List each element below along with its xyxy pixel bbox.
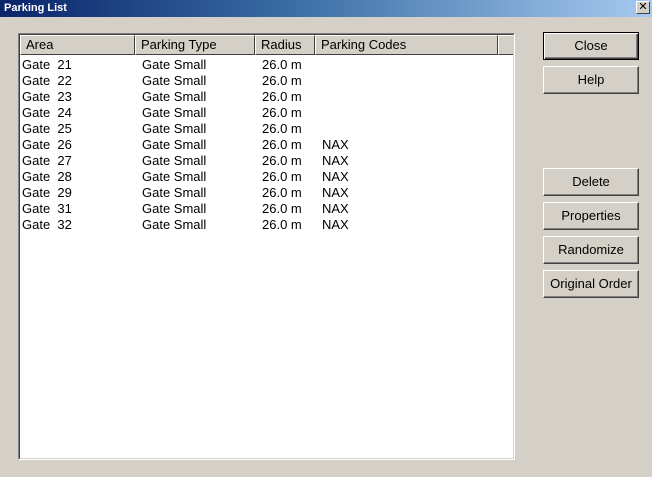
cell-area: Gate 25 [22, 121, 72, 136]
cell-parking-type: Gate Small [142, 105, 207, 120]
cell-area: Gate 29 [22, 185, 72, 200]
cell-area: Gate 21 [22, 57, 72, 72]
table-row[interactable]: Gate 29 Gate Small 26.0 m NAX [20, 185, 513, 201]
randomize-button[interactable]: Randomize [543, 236, 639, 264]
cell-radius: 26.0 m [262, 73, 302, 88]
cell-parking-type: Gate Small [142, 201, 207, 216]
original-order-button[interactable]: Original Order [543, 270, 639, 298]
cell-parking-type: Gate Small [142, 185, 207, 200]
properties-button[interactable]: Properties [543, 202, 639, 230]
table-row[interactable]: Gate 21 Gate Small 26.0 m [20, 57, 513, 73]
cell-area: Gate 26 [22, 137, 72, 152]
window-title: Parking List [4, 2, 67, 14]
cell-parking-codes: NAX [322, 137, 349, 152]
cell-area: Gate 24 [22, 105, 72, 120]
column-header-parking-codes[interactable]: Parking Codes [315, 35, 498, 55]
cell-radius: 26.0 m [262, 57, 302, 72]
table-row[interactable]: Gate 32 Gate Small 26.0 m NAX [20, 217, 513, 233]
cell-area: Gate 31 [22, 201, 72, 216]
table-row[interactable]: Gate 24 Gate Small 26.0 m [20, 105, 513, 121]
cell-parking-codes: NAX [322, 217, 349, 232]
list-rows: Gate 21 Gate Small 26.0 m Gate 22 Gate Small… [20, 57, 513, 233]
column-header-parking-type[interactable]: Parking Type [135, 35, 255, 55]
cell-parking-type: Gate Small [142, 57, 207, 72]
cell-parking-type: Gate Small [142, 73, 207, 88]
cell-radius: 26.0 m [262, 105, 302, 120]
cell-parking-codes: NAX [322, 185, 349, 200]
cell-parking-type: Gate Small [142, 217, 207, 232]
table-row[interactable]: Gate 22 Gate Small 26.0 m [20, 73, 513, 89]
cell-radius: 26.0 m [262, 201, 302, 216]
cell-radius: 26.0 m [262, 217, 302, 232]
cell-area: Gate 32 [22, 217, 72, 232]
cell-parking-codes: NAX [322, 201, 349, 216]
list-header: Area Parking Type Radius Parking Codes [20, 35, 513, 55]
cell-parking-codes: NAX [322, 169, 349, 184]
cell-parking-codes: NAX [322, 153, 349, 168]
cell-parking-type: Gate Small [142, 89, 207, 104]
cell-radius: 26.0 m [262, 169, 302, 184]
delete-button[interactable]: Delete [543, 168, 639, 196]
cell-parking-type: Gate Small [142, 153, 207, 168]
help-button[interactable]: Help [543, 66, 639, 94]
list-frame: Area Parking Type Radius Parking Codes G… [19, 34, 514, 459]
cell-radius: 26.0 m [262, 153, 302, 168]
cell-radius: 26.0 m [262, 185, 302, 200]
table-row[interactable]: Gate 26 Gate Small 26.0 m NAX [20, 137, 513, 153]
cell-radius: 26.0 m [262, 121, 302, 136]
cell-parking-type: Gate Small [142, 169, 207, 184]
table-row[interactable]: Gate 23 Gate Small 26.0 m [20, 89, 513, 105]
cell-area: Gate 22 [22, 73, 72, 88]
parking-list-view[interactable]: Area Parking Type Radius Parking Codes G… [18, 33, 515, 460]
table-row[interactable]: Gate 28 Gate Small 26.0 m NAX [20, 169, 513, 185]
column-header-filler [498, 35, 513, 55]
cell-area: Gate 28 [22, 169, 72, 184]
cell-parking-type: Gate Small [142, 121, 207, 136]
title-bar[interactable]: Parking List ✕ [0, 0, 652, 17]
cell-area: Gate 23 [22, 89, 72, 104]
table-row[interactable]: Gate 27 Gate Small 26.0 m NAX [20, 153, 513, 169]
cell-radius: 26.0 m [262, 89, 302, 104]
cell-parking-type: Gate Small [142, 137, 207, 152]
close-button[interactable]: Close [543, 32, 639, 60]
parking-list-window: Parking List ✕ Area Parking Type Radius … [0, 0, 652, 477]
table-row[interactable]: Gate 31 Gate Small 26.0 m NAX [20, 201, 513, 217]
close-icon[interactable]: ✕ [636, 1, 650, 14]
table-row[interactable]: Gate 25 Gate Small 26.0 m [20, 121, 513, 137]
cell-radius: 26.0 m [262, 137, 302, 152]
column-header-area[interactable]: Area [20, 35, 135, 55]
column-header-radius[interactable]: Radius [255, 35, 315, 55]
cell-area: Gate 27 [22, 153, 72, 168]
